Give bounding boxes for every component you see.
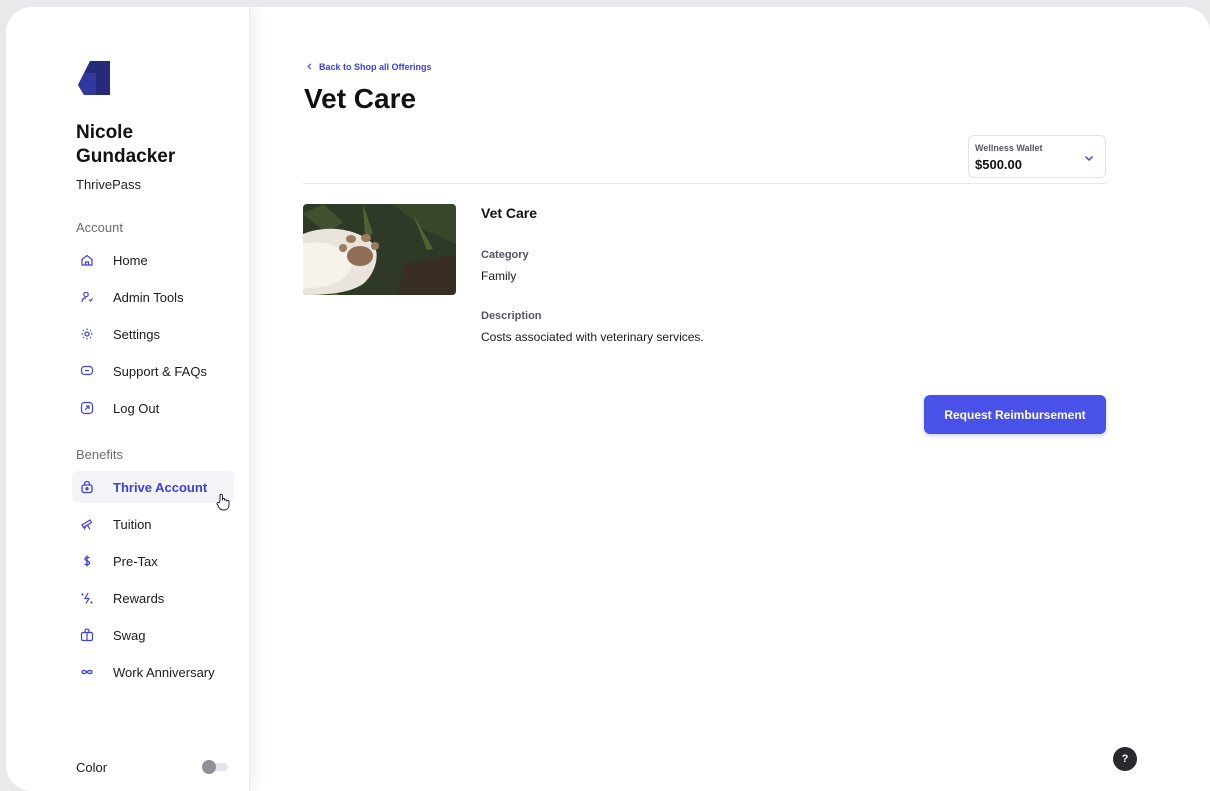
admin-user-icon: [78, 288, 96, 306]
wallet-selector[interactable]: Wellness Wallet $500.00: [968, 135, 1106, 178]
thrivepass-logo[interactable]: [76, 59, 114, 97]
nav-label: Support & FAQs: [113, 363, 207, 379]
back-link-label: Back to Shop all Offerings: [319, 62, 432, 72]
hand-cursor-icon: [216, 493, 230, 511]
nav-label: Admin Tools: [113, 289, 184, 305]
sparkle-bolt-icon: [78, 589, 96, 607]
wallet-lock-icon: [78, 478, 96, 496]
nav-label: Thrive Account: [113, 479, 208, 495]
color-mode-label: Color: [76, 760, 108, 775]
chat-bubble-icon: [78, 362, 96, 380]
nav-item-support[interactable]: Support & FAQs: [72, 355, 234, 387]
nav-label: Pre-Tax: [113, 553, 158, 569]
nav-item-pre-tax[interactable]: Pre-Tax: [72, 545, 234, 577]
nav-label: Rewards: [113, 590, 165, 606]
vet-care-image: [303, 204, 456, 295]
color-mode-toggle[interactable]: [202, 760, 230, 774]
category-value: Family: [481, 269, 517, 283]
infinity-icon: [78, 663, 96, 681]
home-icon: [78, 251, 96, 269]
nav-label: Swag: [113, 627, 146, 643]
nav-label: Home: [113, 252, 148, 268]
chevron-left-icon: [306, 62, 313, 72]
back-to-shop-link[interactable]: Back to Shop all Offerings: [306, 62, 432, 72]
nav-label: Tuition: [113, 516, 152, 532]
category-label: Category: [481, 249, 529, 261]
chevron-down-icon: [1083, 151, 1095, 163]
request-reimbursement-button[interactable]: Request Reimbursement: [924, 395, 1106, 434]
sidebar: Nicole Gundacker ThrivePass Account Home…: [6, 7, 250, 791]
header-divider: [303, 183, 1106, 184]
nav-label: Work Anniversary: [113, 664, 215, 680]
description-value: Costs associated with veterinary service…: [481, 330, 704, 344]
app-window: Nicole Gundacker ThrivePass Account Home…: [6, 7, 1210, 791]
wallet-label: Wellness Wallet: [975, 143, 1043, 153]
nav-item-home[interactable]: Home: [72, 244, 234, 276]
account-section-label: Account: [76, 220, 123, 235]
nav-item-rewards[interactable]: Rewards: [72, 582, 234, 614]
nav-item-tuition[interactable]: Tuition: [72, 508, 234, 540]
nav-label: Log Out: [113, 400, 160, 416]
toggle-knob: [202, 760, 216, 774]
nav-item-thrive-account[interactable]: Thrive Account: [72, 471, 234, 503]
telescope-icon: [78, 515, 96, 533]
user-organization: ThrivePass: [76, 177, 142, 192]
gear-icon: [78, 325, 96, 343]
description-label: Description: [481, 310, 542, 322]
nav-item-work-anniversary[interactable]: Work Anniversary: [72, 656, 234, 688]
nav-item-admin-tools[interactable]: Admin Tools: [72, 281, 234, 313]
benefits-section-label: Benefits: [76, 447, 123, 462]
logout-icon: [78, 399, 96, 417]
nav-item-settings[interactable]: Settings: [72, 318, 234, 350]
dollar-icon: [78, 552, 96, 570]
help-button[interactable]: ?: [1113, 747, 1137, 771]
page-title: Vet Care: [304, 83, 417, 114]
offering-title: Vet Care: [481, 205, 538, 221]
nav-item-log-out[interactable]: Log Out: [72, 392, 234, 424]
bag-icon: [78, 626, 96, 644]
user-name: Nicole Gundacker: [76, 122, 176, 167]
wallet-balance: $500.00: [975, 157, 1022, 172]
nav-item-swag[interactable]: Swag: [72, 619, 234, 651]
nav-label: Settings: [113, 326, 160, 342]
